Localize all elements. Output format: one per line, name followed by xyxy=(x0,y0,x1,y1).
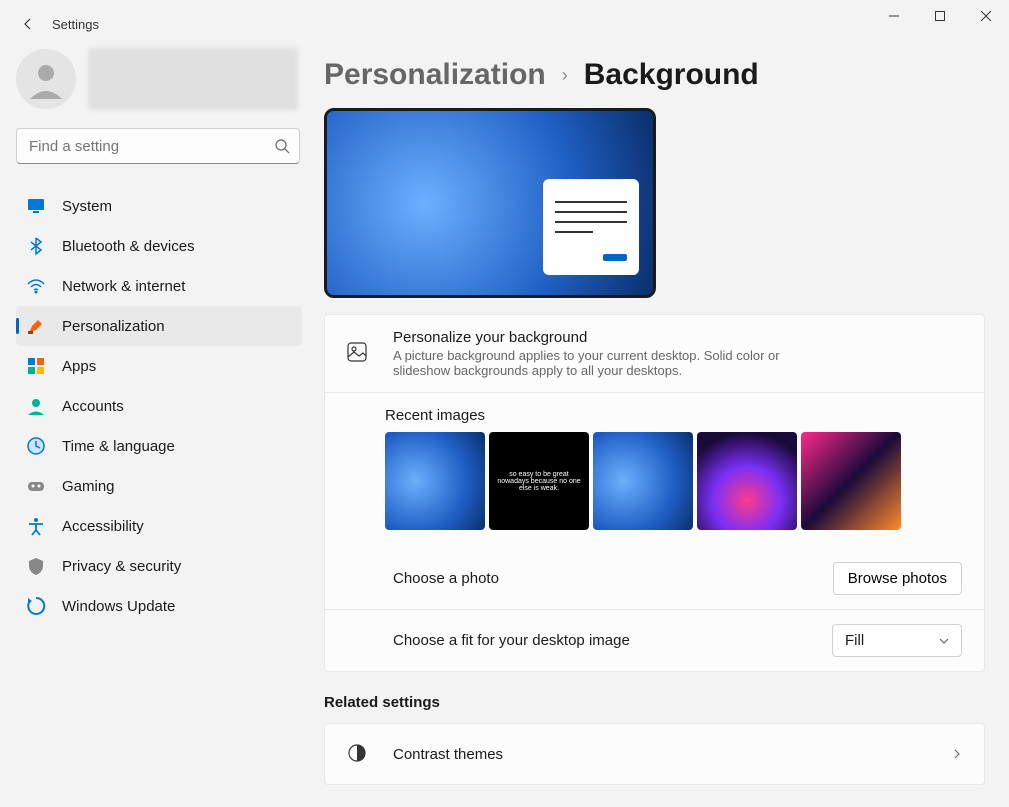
choose-photo-label: Choose a photo xyxy=(393,570,833,587)
sidebar-item-system[interactable]: System xyxy=(16,186,302,226)
picture-icon xyxy=(347,342,371,365)
chevron-right-icon: › xyxy=(562,65,568,86)
gamepad-icon xyxy=(26,476,46,496)
breadcrumb: Personalization › Background xyxy=(324,58,985,92)
wifi-icon xyxy=(26,276,46,296)
shield-icon xyxy=(26,556,46,576)
monitor-icon xyxy=(26,196,46,216)
profile-name-redacted xyxy=(88,48,298,110)
accessibility-icon xyxy=(26,516,46,536)
breadcrumb-parent[interactable]: Personalization xyxy=(324,58,546,92)
clock-icon xyxy=(26,436,46,456)
sidebar-item-privacy-security[interactable]: Privacy & security xyxy=(16,546,302,586)
recent-images-section: Recent images so easy to be great nowada… xyxy=(325,393,984,548)
sidebar-item-label: Gaming xyxy=(62,478,115,495)
related-settings-title: Related settings xyxy=(324,694,985,711)
title-bar: Settings xyxy=(0,0,1009,48)
recent-thumb-0[interactable] xyxy=(385,432,485,530)
personalize-desc: A picture background applies to your cur… xyxy=(393,348,793,378)
sidebar-item-time-language[interactable]: Time & language xyxy=(16,426,302,466)
sidebar-item-label: System xyxy=(62,198,112,215)
brush-icon xyxy=(26,316,46,336)
sidebar-item-apps[interactable]: Apps xyxy=(16,346,302,386)
sidebar-item-label: Accounts xyxy=(62,398,124,415)
recent-images-title: Recent images xyxy=(385,407,962,424)
choose-fit-label: Choose a fit for your desktop image xyxy=(393,632,832,649)
sidebar-item-label: Windows Update xyxy=(62,598,175,615)
maximize-button[interactable] xyxy=(917,0,963,32)
sidebar-item-windows-update[interactable]: Windows Update xyxy=(16,586,302,626)
sidebar-item-label: Bluetooth & devices xyxy=(62,238,195,255)
background-preview xyxy=(324,108,656,298)
sidebar-item-label: Privacy & security xyxy=(62,558,181,575)
back-button[interactable] xyxy=(10,6,46,42)
sidebar-item-label: Accessibility xyxy=(62,518,144,535)
browse-photos-button[interactable]: Browse photos xyxy=(833,562,962,595)
personalize-background-row[interactable]: Personalize your background A picture ba… xyxy=(325,315,984,393)
back-arrow-icon xyxy=(20,16,36,32)
personalize-title: Personalize your background xyxy=(393,329,962,346)
sidebar-item-bluetooth-devices[interactable]: Bluetooth & devices xyxy=(16,226,302,266)
sidebar: System Bluetooth & devices Network & inter… xyxy=(0,48,310,807)
background-settings-card: Personalize your background A picture ba… xyxy=(324,314,985,672)
apps-icon xyxy=(26,356,46,376)
avatar xyxy=(16,49,76,109)
recent-thumb-1[interactable]: so easy to be great nowadays because no … xyxy=(489,432,589,530)
sidebar-item-accounts[interactable]: Accounts xyxy=(16,386,302,426)
related-settings-card: Contrast themes xyxy=(324,723,985,785)
sidebar-item-network-internet[interactable]: Network & internet xyxy=(16,266,302,306)
choose-fit-row: Choose a fit for your desktop image Fill xyxy=(325,610,984,671)
chevron-right-icon xyxy=(952,749,962,759)
minimize-button[interactable] xyxy=(871,0,917,32)
update-icon xyxy=(26,596,46,616)
chevron-down-icon xyxy=(939,636,949,646)
contrast-themes-row[interactable]: Contrast themes xyxy=(325,724,984,784)
fit-select[interactable]: Fill xyxy=(832,624,962,657)
window-controls xyxy=(871,0,1009,32)
recent-thumb-2[interactable] xyxy=(593,432,693,530)
breadcrumb-current: Background xyxy=(584,58,759,92)
bluetooth-icon xyxy=(26,236,46,256)
sidebar-item-label: Network & internet xyxy=(62,278,185,295)
contrast-icon xyxy=(347,743,371,766)
content-area: Personalization › Background Personalize… xyxy=(310,48,1009,807)
sidebar-item-gaming[interactable]: Gaming xyxy=(16,466,302,506)
recent-thumb-4[interactable] xyxy=(801,432,901,530)
close-button[interactable] xyxy=(963,0,1009,32)
sidebar-item-label: Apps xyxy=(62,358,96,375)
profile-section[interactable] xyxy=(16,48,302,110)
window-title: Settings xyxy=(52,17,99,32)
sidebar-item-label: Personalization xyxy=(62,318,165,335)
search-box[interactable] xyxy=(16,128,300,164)
fit-value: Fill xyxy=(845,632,864,649)
sidebar-item-accessibility[interactable]: Accessibility xyxy=(16,506,302,546)
person-icon xyxy=(26,59,66,99)
account-icon xyxy=(26,396,46,416)
choose-photo-row: Choose a photo Browse photos xyxy=(325,548,984,610)
search-input[interactable] xyxy=(16,128,300,164)
recent-thumb-3[interactable] xyxy=(697,432,797,530)
sidebar-item-label: Time & language xyxy=(62,438,175,455)
contrast-themes-label: Contrast themes xyxy=(393,746,952,763)
sidebar-item-personalization[interactable]: Personalization xyxy=(16,306,302,346)
